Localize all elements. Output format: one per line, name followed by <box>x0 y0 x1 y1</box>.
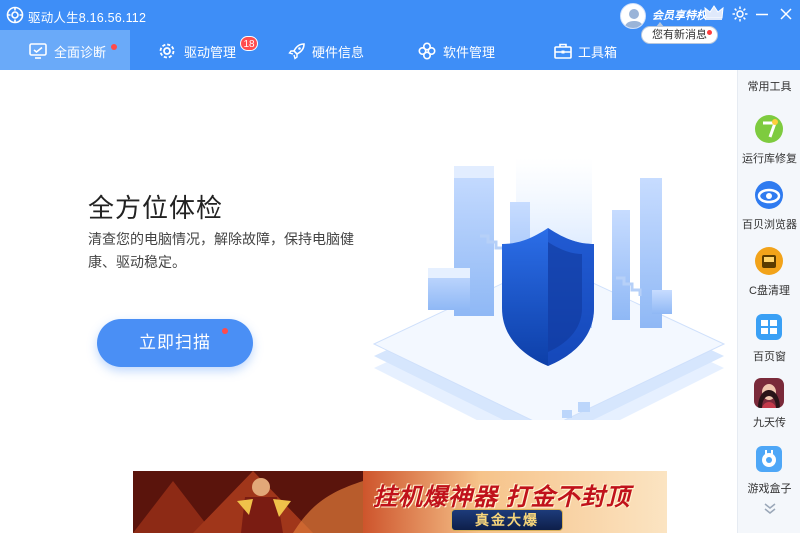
tab-label: 工具箱 <box>578 45 618 60</box>
sidebar-item-label: C盘清理 <box>749 285 790 297</box>
sidebar-item-browser[interactable]: 百贝浏览器 <box>738 180 800 242</box>
new-message-text: 您有新消息 <box>652 29 707 41</box>
vip-privilege-link[interactable]: 会员享特权 <box>652 7 707 23</box>
settings-gear-icon[interactable] <box>730 4 750 24</box>
close-icon[interactable] <box>776 4 796 24</box>
minimize-icon[interactable] <box>752 4 772 24</box>
sidebar-item-game-box[interactable]: 游戏盒子 <box>738 444 800 506</box>
ad-subtitle: 真金大爆 <box>451 509 563 531</box>
ad-title: 挂机爆神器 打金不封顶 <box>373 484 631 511</box>
main-panel: 全方位体检 清查您的电脑情况，解除故障，保持电脑健康、驱动稳定。 立即扫描 挂机… <box>0 70 737 533</box>
rocket-icon <box>288 43 305 60</box>
user-avatar[interactable] <box>620 3 646 29</box>
ad-banner[interactable]: 挂机爆神器 打金不封顶 真金大爆 <box>133 471 667 533</box>
app-logo-icon <box>6 6 24 24</box>
crown-icon <box>704 5 724 20</box>
sidebar-item-window[interactable]: 百页窗 <box>738 312 800 374</box>
window-icon <box>756 314 782 340</box>
tools-sidebar: 常用工具 运行库修复 百贝浏览器 C盘清理 百页窗 九天传 游戏盒子 <box>737 70 800 533</box>
sidebar-item-label: 百页窗 <box>753 351 786 363</box>
clover-icon <box>418 42 436 60</box>
page-description: 清查您的电脑情况，解除故障，保持电脑健康、驱动稳定。 <box>88 231 354 270</box>
ad-warrior-image <box>133 471 363 533</box>
toolbox-icon <box>554 43 572 59</box>
tab-label: 软件管理 <box>443 45 496 60</box>
monitor-check-icon <box>29 43 47 59</box>
game-box-icon <box>756 446 782 472</box>
tab-toolbox[interactable]: 工具箱 <box>520 30 650 70</box>
browser-icon <box>755 181 783 209</box>
sidebar-item-runtime-repair[interactable]: 运行库修复 <box>738 114 800 176</box>
tab-hardware-info[interactable]: 硬件信息 <box>260 30 390 70</box>
tab-label: 硬件信息 <box>312 45 365 60</box>
driver-update-count-badge: 18 <box>240 36 258 51</box>
new-message-bubble[interactable]: 您有新消息 <box>641 22 718 44</box>
tab-software-management[interactable]: 软件管理 <box>390 30 520 70</box>
user-icon <box>624 9 644 28</box>
gear-icon <box>159 43 175 59</box>
app-title: 驱动人生8.16.56.112 <box>28 11 147 25</box>
unread-dot <box>707 30 712 35</box>
tab-full-diagnosis[interactable]: 全面诊断 <box>0 30 130 70</box>
sidebar-item-disk-clean[interactable]: C盘清理 <box>738 246 800 308</box>
sidebar-item-label: 九天传 <box>753 417 786 429</box>
chevron-double-down-icon[interactable] <box>762 502 778 516</box>
tab-label: 全面诊断 <box>54 45 107 60</box>
notification-dot <box>111 44 117 50</box>
sidebar-item-jiutianzhuan[interactable]: 九天传 <box>738 378 800 440</box>
tab-label: 驱动管理 <box>184 45 237 60</box>
scan-notification-dot <box>222 328 228 334</box>
sidebar-item-label: 运行库修复 <box>742 153 797 165</box>
page-title: 全方位体检 <box>88 193 224 223</box>
security-shield-illustration <box>372 158 726 420</box>
disk-clean-icon <box>755 247 783 275</box>
sidebar-item-label: 百贝浏览器 <box>742 219 797 231</box>
runtime-repair-icon <box>755 115 783 143</box>
sidebar-item-label: 游戏盒子 <box>747 483 792 495</box>
scan-now-button[interactable]: 立即扫描 <box>97 319 253 367</box>
sidebar-title: 常用工具 <box>747 81 792 93</box>
tab-driver-management[interactable]: 驱动管理 <box>130 30 260 70</box>
game-avatar-icon <box>754 378 784 408</box>
